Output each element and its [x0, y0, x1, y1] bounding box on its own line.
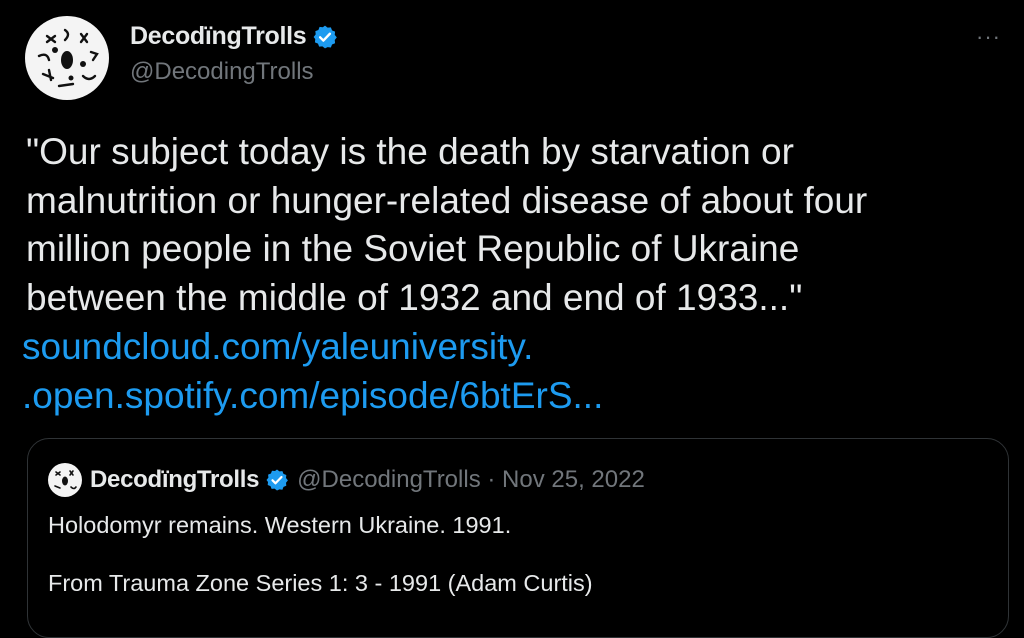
tweet-text-line: between the middle of 1932 and end of 19… [26, 276, 803, 318]
more-options-icon[interactable]: ··· [976, 24, 1001, 50]
tweet-links: soundcloud.com/yaleuniversity. .open.spo… [22, 323, 603, 420]
author-avatar[interactable] [25, 16, 109, 100]
tweet-text-line: million people in the Soviet Republic of… [26, 228, 800, 269]
tweet-text-line: malnutrition or hunger-related disease o… [26, 179, 868, 221]
quoted-tweet-text: Holodomyr remains. Western Ukraine. 1991… [48, 511, 593, 598]
quoted-verified-badge-icon [266, 469, 289, 491]
verified-badge-icon[interactable] [312, 24, 338, 50]
quoted-text-spacer [48, 540, 593, 569]
author-name[interactable]: DecodïngTrolls [130, 22, 307, 51]
author-handle[interactable]: @DecodingTrolls [130, 58, 314, 86]
avatar-glyph-art [37, 28, 99, 88]
tweet-text-line: "Our subject today is the death by starv… [26, 131, 794, 172]
quoted-text-line: Holodomyr remains. Western Ukraine. 1991… [48, 512, 512, 538]
soundcloud-link[interactable]: soundcloud.com/yaleuniversity. [22, 323, 603, 372]
quoted-author-avatar[interactable] [48, 463, 82, 497]
quoted-tweet-header: DecodïngTrolls @DecodingTrolls · Nov 25… [48, 463, 645, 497]
quoted-text-line: From Trauma Zone Series 1: 3 - 1991 (Ada… [48, 570, 593, 596]
quoted-author-name[interactable]: DecodïngTrolls [90, 466, 259, 494]
quoted-handle-and-date[interactable]: @DecodingTrolls · Nov 25, 2022 [297, 466, 645, 494]
quoted-tweet-card[interactable]: DecodïngTrolls @DecodingTrolls · Nov 25… [27, 438, 1009, 638]
spotify-link[interactable]: .open.spotify.com/episode/6btErS... [22, 372, 603, 421]
tweet-text: "Our subject today is the death by starv… [26, 128, 1016, 322]
quoted-avatar-glyph-art [54, 470, 77, 490]
